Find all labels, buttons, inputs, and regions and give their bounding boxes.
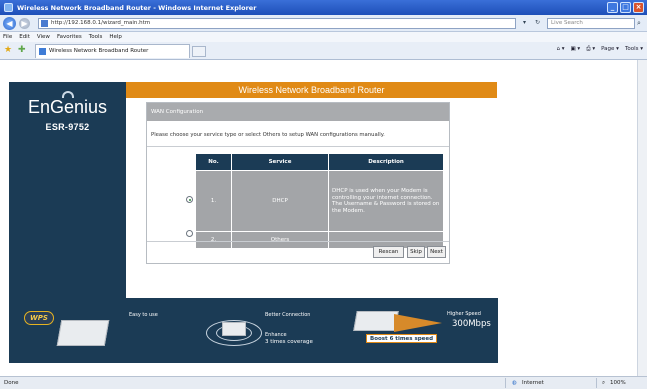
command-bar: ⌂ ▾ ▣ ▾ ⎙ ▾ Page ▾ Tools ▾ bbox=[556, 46, 643, 53]
menu-bar: File Edit View Favorites Tools Help bbox=[0, 32, 647, 42]
tab-router[interactable]: Wireless Network Broadband Router bbox=[35, 44, 190, 58]
brand-logo: EnGenius bbox=[27, 97, 108, 117]
radio-dhcp[interactable] bbox=[186, 196, 193, 203]
boost-badge: Boost 6 times speed bbox=[366, 334, 438, 343]
page-icon bbox=[41, 20, 48, 27]
zoom-level[interactable]: 100% bbox=[610, 380, 626, 386]
wan-instruction: Please choose your service type or selec… bbox=[151, 132, 385, 138]
divider bbox=[147, 241, 449, 242]
col-no: No. bbox=[195, 153, 232, 171]
feature-banner: WPS Easy to use Better Connection Enhanc… bbox=[9, 298, 498, 363]
search-icon[interactable]: ⌕ bbox=[637, 19, 641, 28]
router-image bbox=[353, 311, 399, 331]
new-tab-button[interactable] bbox=[192, 46, 206, 57]
model-number: ESR-9752 bbox=[45, 122, 90, 132]
address-input[interactable]: http://192.168.0.1/wizard_main.htm bbox=[38, 18, 516, 29]
refresh-icon[interactable]: ↻ bbox=[533, 18, 542, 28]
row-service: Others bbox=[231, 231, 329, 249]
col-description: Description bbox=[328, 153, 444, 171]
row-no: 1. bbox=[195, 170, 232, 232]
ie-icon bbox=[4, 3, 13, 12]
zoom-icon[interactable]: ⌕ bbox=[602, 380, 605, 387]
row-service: DHCP bbox=[231, 170, 329, 232]
row-no: 2. bbox=[195, 231, 232, 249]
service-table: No. Service Description 1. DHCP DHCP is … bbox=[195, 153, 444, 249]
menu-tools[interactable]: Tools bbox=[89, 34, 103, 40]
skip-button[interactable]: Skip bbox=[407, 246, 425, 258]
divider bbox=[596, 378, 597, 388]
print-button[interactable]: ⎙ ▾ bbox=[586, 46, 595, 53]
minimize-button[interactable]: _ bbox=[607, 2, 618, 13]
favorites-star-icon[interactable]: ★ bbox=[4, 45, 12, 55]
menu-favorites[interactable]: Favorites bbox=[57, 34, 82, 40]
tab-page-icon bbox=[39, 48, 46, 55]
menu-view[interactable]: View bbox=[37, 34, 50, 40]
page-header: Wireless Network Broadband Router bbox=[126, 82, 497, 98]
wps-logo: WPS bbox=[24, 311, 54, 325]
window-controls: _ □ × bbox=[607, 2, 644, 13]
easy-to-use-label: Easy to use bbox=[129, 312, 158, 318]
wan-title: WAN Configuration bbox=[147, 103, 449, 121]
divider bbox=[147, 146, 449, 147]
rescan-button[interactable]: Rescan bbox=[373, 246, 404, 258]
menu-edit[interactable]: Edit bbox=[19, 34, 30, 40]
window-title: Wireless Network Broadband Router - Wind… bbox=[17, 3, 257, 12]
tab-bar: ★ ✚ Wireless Network Broadband Router ⌂ … bbox=[0, 42, 647, 60]
higher-speed-label: Higher Speed bbox=[447, 311, 481, 317]
maximize-button[interactable]: □ bbox=[620, 2, 631, 13]
feeds-button[interactable]: ▣ ▾ bbox=[570, 46, 580, 53]
status-bar: Done ◍ Internet ⌕ 100% bbox=[0, 376, 647, 389]
zone-text: Internet bbox=[522, 380, 544, 386]
vertical-scrollbar[interactable] bbox=[637, 60, 647, 376]
row-description: DHCP is used when your Modem is controll… bbox=[328, 170, 444, 232]
window-title-bar: Wireless Network Broadband Router - Wind… bbox=[0, 0, 647, 15]
address-text: http://192.168.0.1/wizard_main.htm bbox=[51, 20, 151, 26]
back-button[interactable]: ◀ bbox=[3, 16, 16, 30]
globe-icon: ◍ bbox=[512, 380, 517, 386]
router-image bbox=[222, 322, 246, 336]
add-favorite-icon[interactable]: ✚ bbox=[18, 45, 26, 55]
menu-file[interactable]: File bbox=[3, 34, 12, 40]
better-connection-label: Better Connection bbox=[265, 312, 311, 318]
radio-others[interactable] bbox=[186, 230, 193, 237]
tab-label: Wireless Network Broadband Router bbox=[49, 48, 149, 54]
enhance-label: Enhance bbox=[265, 332, 287, 338]
table-row[interactable]: 1. DHCP DHCP is used when your Modem is … bbox=[195, 170, 444, 232]
coverage-label: 3 times coverage bbox=[265, 339, 313, 345]
address-toolbar: ◀ ▶ http://192.168.0.1/wizard_main.htm ▾… bbox=[0, 15, 647, 32]
next-button[interactable]: Next bbox=[427, 246, 446, 258]
home-button[interactable]: ⌂ ▾ bbox=[556, 46, 564, 53]
brand-panel: EnGenius ESR-9752 bbox=[9, 82, 126, 298]
forward-button[interactable]: ▶ bbox=[19, 17, 30, 29]
wan-config-panel: WAN Configuration Please choose your ser… bbox=[146, 102, 450, 264]
address-dropdown-icon[interactable]: ▾ bbox=[520, 18, 529, 28]
status-text: Done bbox=[4, 380, 19, 386]
speed-value: 300Mbps bbox=[452, 319, 491, 329]
close-button[interactable]: × bbox=[633, 2, 644, 13]
speed-arrow-icon bbox=[394, 314, 442, 332]
search-input[interactable]: Live Search bbox=[547, 18, 635, 29]
menu-help[interactable]: Help bbox=[109, 34, 122, 40]
divider bbox=[505, 378, 506, 388]
router-image bbox=[56, 320, 110, 346]
tools-menu-button[interactable]: Tools ▾ bbox=[625, 46, 643, 53]
page-menu-button[interactable]: Page ▾ bbox=[601, 46, 619, 53]
col-service: Service bbox=[231, 153, 329, 171]
